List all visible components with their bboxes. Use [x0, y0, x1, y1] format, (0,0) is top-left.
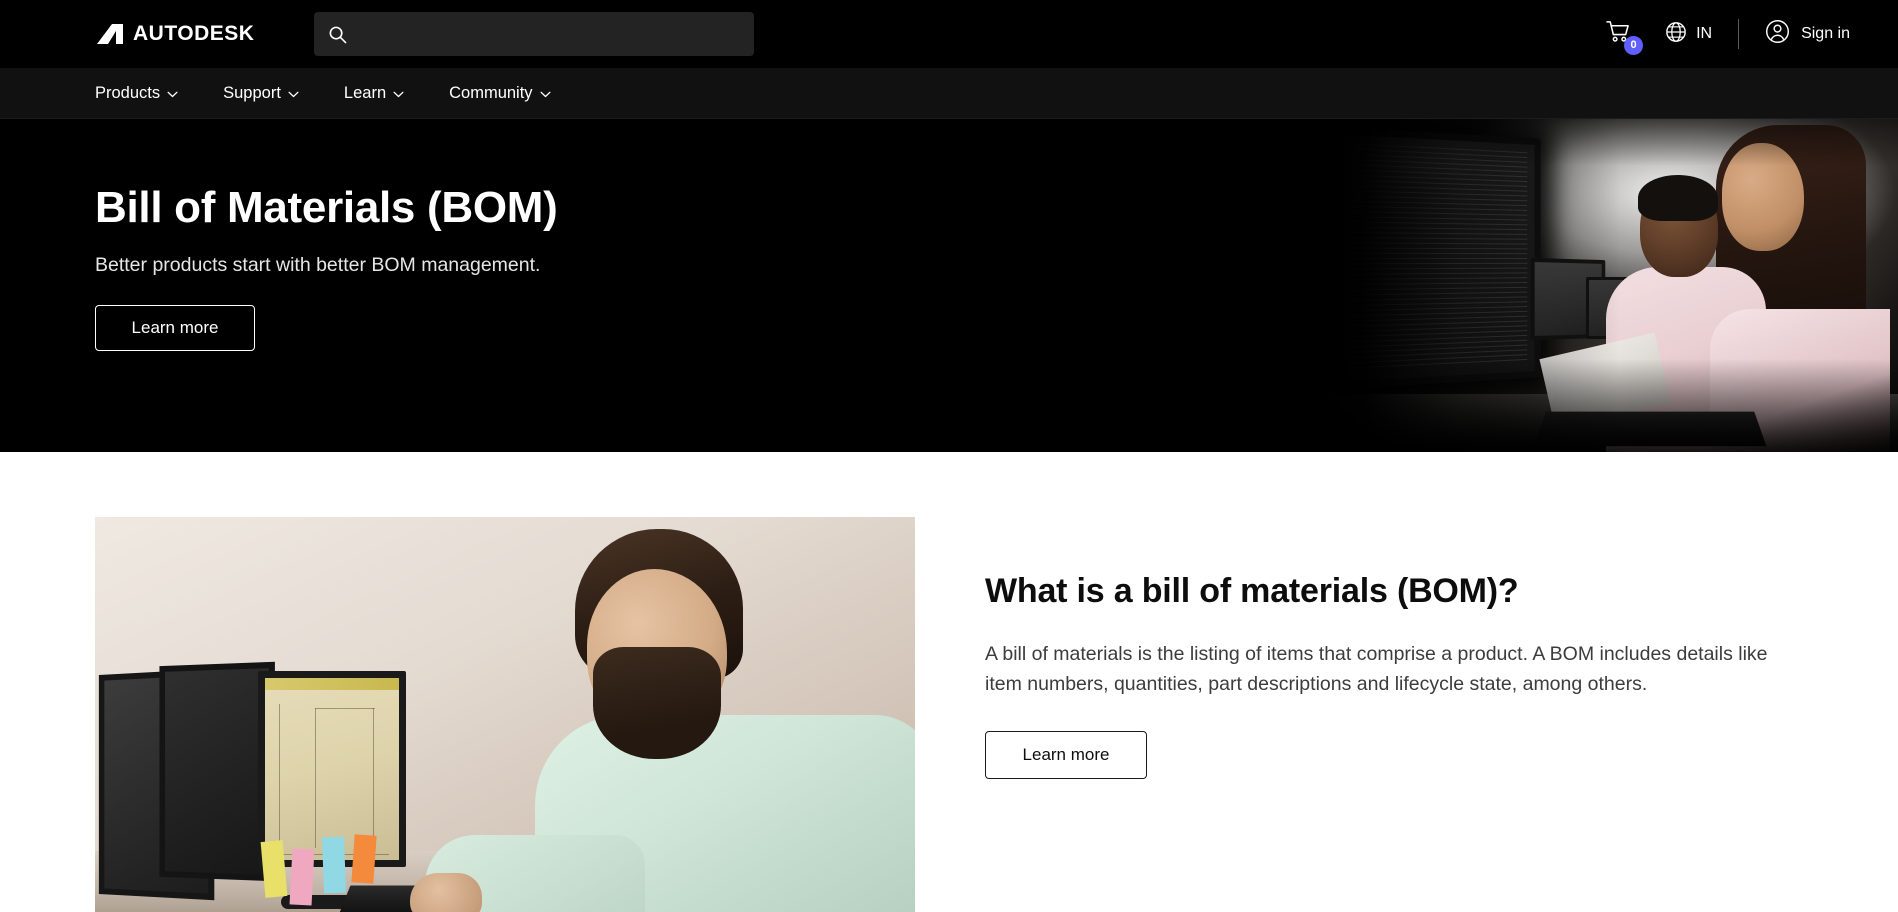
- section-title: What is a bill of materials (BOM)?: [985, 572, 1519, 610]
- cad-line: [279, 704, 280, 854]
- locale-label: IN: [1696, 25, 1713, 42]
- nav-item-community[interactable]: Community: [449, 83, 551, 103]
- sign-in-button[interactable]: Sign in: [1765, 19, 1850, 49]
- primary-navigation: Products Support Learn Community: [0, 68, 1898, 119]
- hero-title: Bill of Materials (BOM): [95, 183, 558, 232]
- globe-icon: [1665, 21, 1687, 48]
- nav-item-label: Community: [449, 83, 533, 102]
- cad-line: [315, 708, 375, 709]
- autodesk-logo[interactable]: AUTODESK: [95, 0, 254, 68]
- autodesk-logo-icon: [95, 23, 125, 45]
- chevron-down-icon: [288, 84, 299, 103]
- nav-item-label: Support: [223, 83, 281, 102]
- section-image: [95, 517, 915, 912]
- section-learn-more-button[interactable]: Learn more: [985, 731, 1147, 780]
- search-box[interactable]: [314, 12, 755, 56]
- section-person-hand: [410, 873, 482, 912]
- cad-toolbar: [265, 678, 399, 690]
- sticky-note-pink: [289, 848, 315, 906]
- nav-item-products[interactable]: Products: [95, 84, 178, 103]
- site-header: AUTODESK 0 IN Sign in: [0, 0, 1898, 68]
- nav-item-label: Learn: [343, 83, 387, 102]
- chevron-down-icon: [393, 84, 404, 103]
- hero-learn-more-button[interactable]: Learn more: [95, 305, 255, 352]
- nav-item-support[interactable]: Support: [223, 84, 299, 103]
- cad-line: [315, 708, 316, 848]
- section-body-text: A bill of materials is the listing of it…: [985, 643, 1768, 696]
- nav-list: Products Support Learn Community: [95, 84, 596, 103]
- nav-item-learn[interactable]: Learn: [344, 84, 404, 103]
- hero-banner: Bill of Materials (BOM) Better products …: [0, 119, 1898, 452]
- sticky-note-orange: [351, 834, 377, 884]
- section-text-block: What is a bill of materials (BOM)? A bil…: [985, 517, 1775, 780]
- what-is-bom-section: What is a bill of materials (BOM)? A bil…: [0, 452, 1898, 912]
- cart-button[interactable]: 0: [1602, 16, 1644, 55]
- header-divider: [1738, 19, 1740, 49]
- hero-content: Bill of Materials (BOM) Better products …: [0, 119, 1898, 352]
- sticky-note-blue: [322, 836, 346, 894]
- autodesk-logo-text: AUTODESK: [133, 22, 255, 45]
- cart-count-badge: 0: [1624, 36, 1644, 55]
- hero-subtitle: Better products start with better BOM ma…: [95, 254, 541, 277]
- section-person-beard: [593, 647, 721, 759]
- cad-line: [373, 708, 374, 848]
- search-icon: [328, 25, 347, 44]
- search-input[interactable]: [357, 12, 741, 56]
- user-circle-icon: [1765, 19, 1790, 49]
- chevron-down-icon: [540, 84, 551, 103]
- sign-in-label: Sign in: [1801, 25, 1850, 42]
- header-actions: 0 IN Sign in: [1602, 0, 1850, 68]
- locale-selector[interactable]: IN: [1665, 21, 1712, 48]
- nav-item-label: Products: [95, 83, 161, 102]
- chevron-down-icon: [167, 84, 178, 103]
